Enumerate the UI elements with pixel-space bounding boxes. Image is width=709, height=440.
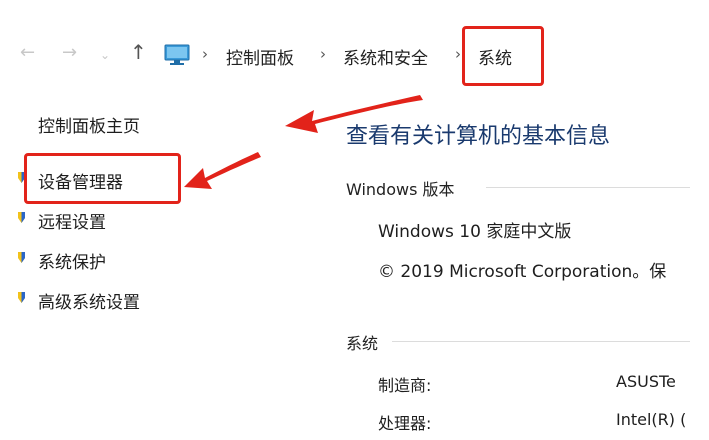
annotation-arrow-bottom bbox=[184, 152, 261, 189]
annotation-arrow-top bbox=[285, 95, 423, 133]
annotation-arrows bbox=[184, 95, 423, 189]
